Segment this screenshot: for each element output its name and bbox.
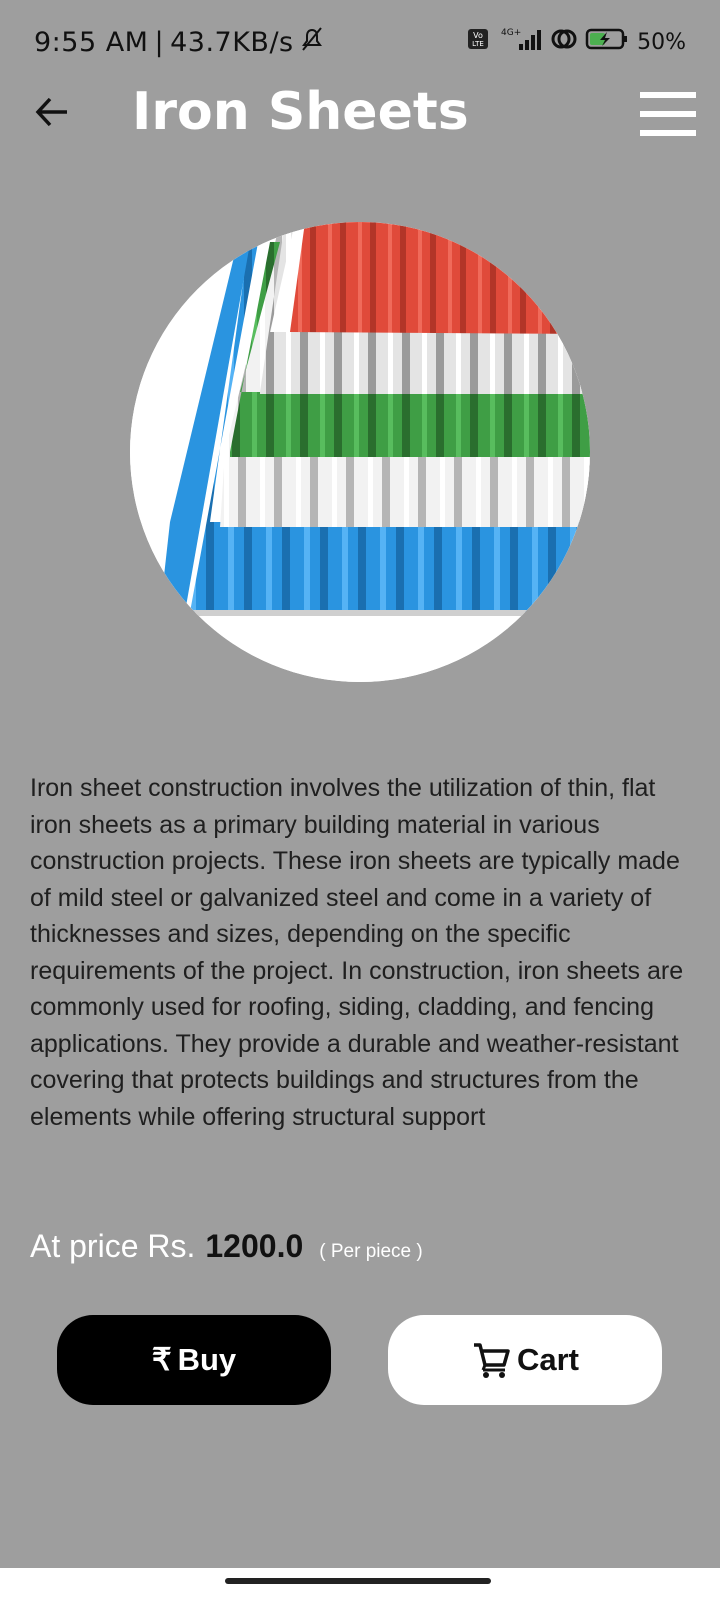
page-title: Iron Sheets (132, 82, 469, 142)
back-button[interactable] (30, 90, 74, 134)
product-description: Iron sheet construction involves the uti… (30, 774, 684, 1131)
status-left: 9:55 AM | 43.7KB/s (34, 26, 324, 59)
system-nav-bar (0, 1568, 720, 1600)
status-time: 9:55 AM (34, 27, 149, 58)
hotspot-icon (551, 26, 577, 58)
signal-icon: 4G+ (497, 26, 543, 58)
svg-text:Vo: Vo (473, 31, 483, 40)
buy-label: Buy (177, 1342, 237, 1377)
price-unit: ( Per piece ) (319, 1241, 423, 1262)
cart-label: Cart (516, 1342, 579, 1377)
hamburger-bar (640, 111, 696, 117)
arrow-left-icon (35, 97, 67, 127)
battery-percent: 50% (637, 29, 686, 55)
product-image (130, 222, 590, 682)
volte-icon: Vo LTE (467, 28, 489, 56)
price-value: 1200.0 (205, 1228, 304, 1264)
rupee-icon: ₹ (151, 1342, 172, 1377)
home-indicator[interactable] (225, 1578, 491, 1584)
cart-icon (473, 1343, 510, 1378)
menu-button[interactable] (640, 92, 696, 136)
hamburger-bar (640, 130, 696, 136)
svg-text:LTE: LTE (472, 40, 484, 48)
price-prefix: At price Rs. (30, 1228, 196, 1264)
battery-icon (585, 27, 629, 57)
iron-sheets-illustration (130, 222, 590, 682)
status-bar: 9:55 AM | 43.7KB/s Vo LTE 4G+ 50% (0, 0, 720, 80)
product-detail-screen: 9:55 AM | 43.7KB/s Vo LTE 4G+ 50% Iron S… (0, 0, 720, 1600)
cart-button[interactable]: Cart (388, 1315, 662, 1405)
status-separator: | (154, 27, 165, 58)
status-network-speed: 43.7KB/s (170, 27, 294, 58)
price-row: At price Rs. 1200.0 ( Per piece ) (30, 1228, 423, 1265)
buy-button[interactable]: ₹ Buy (57, 1315, 331, 1405)
status-right: Vo LTE 4G+ 50% (467, 26, 686, 58)
hamburger-icon (640, 92, 696, 98)
svg-text:4G+: 4G+ (501, 28, 521, 38)
bell-muted-icon (300, 26, 324, 59)
